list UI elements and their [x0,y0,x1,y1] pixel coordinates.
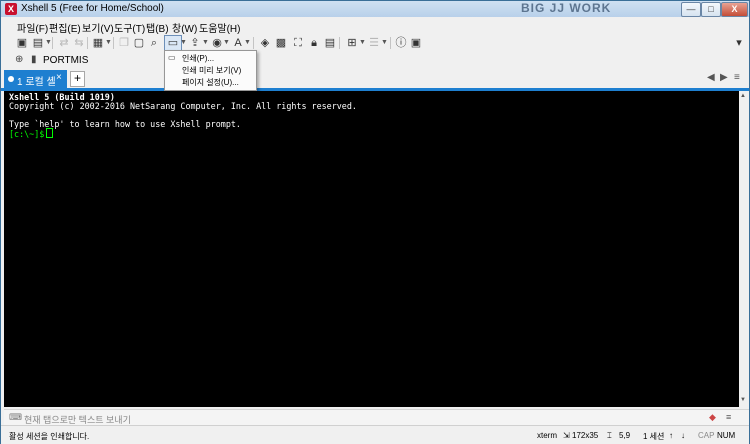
menu-edit[interactable]: 편집(E) [49,20,81,35]
open-folder-icon[interactable]: ▤ [31,36,45,50]
copy-icon[interactable]: ❐ [117,36,131,50]
font-icon[interactable]: A [231,36,245,50]
menu-item-print[interactable]: 인쇄(P)... [182,53,214,64]
chevron-down-icon[interactable]: ▼ [359,39,366,46]
terminal-line: Copyright (c) 2002-2016 NetSarang Comput… [9,101,357,111]
toolbar-options-icon[interactable]: ▾ [732,36,746,50]
keymap-icon[interactable]: ▩ [274,36,288,50]
keyboard-icon: ⌨ [9,412,22,422]
toolbar: ▣ ▤ ▼ ⇄ ⇆ ▦ ▼ ❐ ▢ ⌕ ▭ ▼ ⇪ ▼ ◉ ▼ A ▼ ◈ ▩ … [1,34,749,51]
resize-icon: ⇲ [563,431,570,440]
new-session-icon[interactable]: ▣ [15,36,29,50]
maximize-button[interactable]: □ [701,2,721,17]
fullscreen-icon[interactable]: ⛶ [291,36,305,50]
menu-view[interactable]: 보기(V) [82,20,114,35]
terminal-type: xterm [537,431,557,440]
help-icon[interactable]: ⓘ [394,36,408,50]
compose-bar: ⌨ 현재 탭으로만 텍스트 보내기 ◆ ≡ [4,409,749,426]
tab-bar: 1 로컬 셸 × + ◀ ▶ ≡ [1,69,749,91]
cursor-icon: ⌶ [607,431,612,440]
tab-list-icon[interactable]: ≡ [734,72,740,83]
address-bar: ⊕ ▮ PORTMIS [1,51,749,68]
menu-help[interactable]: 도움말(H) [199,20,240,35]
add-link-icon[interactable]: ⊕ [15,54,23,65]
title-bar[interactable]: X Xshell 5 (Free for Home/School) BIG JJ… [1,1,749,17]
disconnect-icon[interactable]: ⇆ [72,36,86,50]
up-icon: ↑ [669,431,673,440]
menu-item-print-preview[interactable]: 인쇄 미리 보기(V) [182,65,241,76]
tile-icon[interactable]: ⊞ [345,36,359,50]
scroll-up-icon[interactable]: ▲ [740,93,746,99]
terminal-prompt: [c:\~]$ [9,129,45,139]
status-dot-icon [8,76,14,82]
terminal-size: 172x35 [572,431,599,440]
close-button[interactable]: X [721,2,748,17]
terminal-area[interactable]: Xshell 5 (Build 1019) Copyright (c) 2002… [4,91,739,407]
add-tab-button[interactable]: + [70,71,85,87]
tab-next-icon[interactable]: ▶ [720,72,728,83]
properties-icon[interactable]: ▦ [91,36,105,50]
toolbar-separator [113,37,114,49]
caps-indicator: CAP [698,431,715,440]
toolbar-separator [52,37,53,49]
toolbar-separator [253,37,254,49]
chevron-down-icon[interactable]: ▼ [180,39,187,46]
status-bar: 활성 세션을 인쇄합니다. xterm ⇲ 172x35 ⌶ 5,9 1 세션 … [1,425,749,444]
chevron-down-icon[interactable]: ▼ [381,39,388,46]
layout-icon[interactable]: ☰ [367,36,381,50]
print-dropdown-menu: ▭ 인쇄(P)... 인쇄 미리 보기(V) 페이지 설정(U)... [164,50,257,91]
paste-icon[interactable]: ▢ [132,36,146,50]
tab-close-icon[interactable]: × [56,72,62,83]
file-transfer-icon[interactable]: ⇪ [188,36,202,50]
toolbar-separator [390,37,391,49]
down-icon: ↓ [681,431,685,440]
compose-icon[interactable]: ▤ [323,36,337,50]
about-icon[interactable]: ▣ [409,36,423,50]
tab-prev-icon[interactable]: ◀ [707,72,715,83]
toolbar-separator [339,37,340,49]
tab-local-shell[interactable]: 1 로컬 셸 × [4,70,67,88]
terminal-prompt-line: [c:\~]$ [9,128,54,139]
compose-send-icon[interactable]: ◆ [709,412,716,423]
session-count: 1 세션 [643,432,665,441]
background-window-text: BIG JJ WORK [521,1,612,15]
vertical-scrollbar[interactable]: ▲ ▼ [739,91,749,407]
minimize-button[interactable]: — [681,2,701,17]
chevron-down-icon[interactable]: ▼ [202,39,209,46]
menu-tab[interactable]: 탭(B) [146,20,169,35]
status-message: 활성 세션을 인쇄합니다. [9,432,90,441]
chevron-down-icon[interactable]: ▼ [105,39,112,46]
menu-file[interactable]: 파일(F) [17,20,48,35]
compose-menu-icon[interactable]: ≡ [726,412,731,422]
cursor-position: 5,9 [619,431,631,440]
scroll-down-icon[interactable]: ▼ [740,397,746,403]
bookmark-icon[interactable]: ▮ [31,54,37,65]
reconnect-icon[interactable]: ⇄ [57,36,71,50]
script-icon[interactable]: ◈ [258,36,272,50]
menu-tools[interactable]: 도구(T) [114,20,145,35]
chevron-down-icon[interactable]: ▼ [45,39,52,46]
numlock-indicator: NUM [717,431,736,440]
menu-bar: 파일(F) 편집(E) 보기(V) 도구(T) 탭(B) 창(W) 도움말(H) [1,17,749,35]
chevron-down-icon[interactable]: ▼ [223,39,230,46]
app-icon: X [5,3,17,15]
chevron-down-icon[interactable]: ▼ [244,39,251,46]
app-window: X Xshell 5 (Free for Home/School) BIG JJ… [0,0,750,444]
menu-window[interactable]: 창(W) [172,20,197,35]
lock-icon[interactable]: 🔒︎ [307,36,321,50]
find-icon[interactable]: ⌕ [147,36,161,50]
window-title: Xshell 5 (Free for Home/School) [21,3,164,14]
session-link-portmis[interactable]: PORTMIS [43,55,88,66]
menu-item-page-setup[interactable]: 페이지 설정(U)... [182,77,239,88]
printer-icon: ▭ [168,53,176,62]
tab-label: 1 로컬 셸 [17,77,56,88]
globe-icon[interactable]: ◉ [210,36,224,50]
terminal-cursor [46,128,54,138]
toolbar-separator [87,37,88,49]
